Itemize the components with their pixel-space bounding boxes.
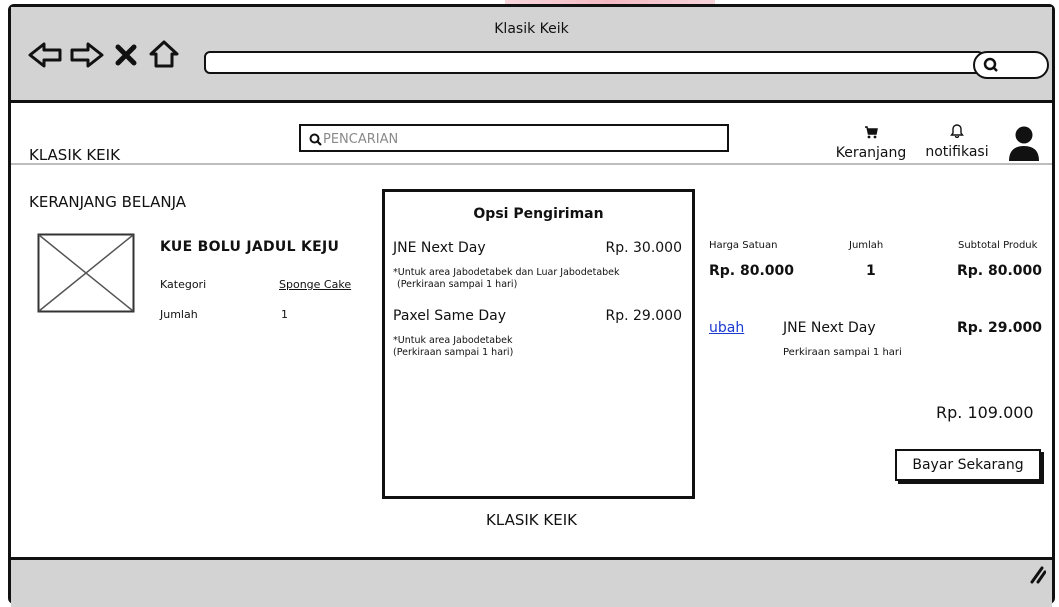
browser-footer	[11, 557, 1052, 607]
resize-handle-icon[interactable]	[1024, 564, 1047, 588]
browser-search-button[interactable]	[973, 51, 1049, 79]
footer-brand: KLASIK KEIK	[486, 511, 577, 529]
category-label: Kategori	[160, 278, 207, 291]
notification-button[interactable]: notifikasi	[917, 122, 997, 160]
subtotal-label: Subtotal Produk	[958, 240, 1038, 251]
shipping-option-estimate: (Perkiraan sampai 1 hari)	[393, 347, 514, 358]
cart-label: Keranjang	[835, 145, 907, 161]
quantity-value: 1	[281, 308, 288, 321]
search-icon	[982, 56, 1000, 78]
shipping-option-note: *Untuk area Jabodetabek	[393, 335, 513, 346]
site-header: KLASIK KEIK Keranjang notifikasi	[11, 103, 1052, 164]
unit-price-label: Harga Satuan	[709, 240, 778, 251]
window-title: Klasik Keik	[494, 21, 569, 37]
browser-chrome: Klasik Keik	[11, 7, 1052, 103]
shipping-option-price: Rp. 30.000	[605, 240, 682, 256]
arrow-right-icon[interactable]	[69, 40, 105, 74]
home-icon[interactable]	[148, 39, 180, 73]
search-icon	[309, 131, 322, 150]
selected-shipping: JNE Next Day	[783, 320, 876, 336]
cart-icon	[864, 124, 878, 143]
bell-icon	[949, 123, 965, 142]
header-divider	[11, 163, 1052, 165]
arrow-left-icon[interactable]	[27, 40, 63, 74]
cart-title: KERANJANG BELANJA	[29, 193, 187, 211]
shipping-option-estimate: (Perkiraan sampai 1 hari)	[397, 279, 518, 290]
product-image-placeholder	[37, 233, 135, 317]
shipping-option-price: Rp. 29.000	[605, 308, 682, 324]
notification-label: notifikasi	[925, 144, 989, 160]
site-brand[interactable]: KLASIK KEIK	[29, 146, 120, 164]
total-price: Rp. 109.000	[936, 403, 1034, 422]
category-link[interactable]: Sponge Cake	[279, 278, 351, 291]
product-name: KUE BOLU JADUL KEJU	[160, 239, 340, 255]
change-shipping-link[interactable]: ubah	[709, 320, 744, 336]
pay-now-button[interactable]: Bayar Sekarang	[895, 449, 1041, 481]
search-input[interactable]	[323, 126, 703, 150]
unit-price-value: Rp. 80.000	[709, 263, 795, 279]
quantity-label: Jumlah	[160, 308, 198, 321]
shipping-option-note: *Untuk area Jabodetabek dan Luar Jabodet…	[393, 267, 620, 278]
shipping-options-panel: Opsi Pengiriman JNE Next Day Rp. 30.000 …	[382, 189, 695, 499]
qty-label: Jumlah	[849, 240, 884, 251]
shipping-option-name[interactable]: JNE Next Day	[393, 240, 486, 256]
close-icon[interactable]	[114, 43, 138, 71]
qty-value: 1	[866, 263, 876, 279]
site-search[interactable]	[299, 124, 729, 152]
shipping-option-name[interactable]: Paxel Same Day	[393, 308, 506, 324]
selected-shipping-price: Rp. 29.000	[957, 320, 1043, 336]
shipping-estimate: Perkiraan sampai 1 hari	[783, 347, 902, 358]
user-icon[interactable]	[1007, 125, 1041, 167]
browser-window: Klasik Keik KLASIK KEIK PENCARIAN Keranj…	[8, 4, 1055, 607]
subtotal-value: Rp. 80.000	[957, 263, 1043, 279]
cart-button[interactable]: Keranjang	[831, 124, 911, 161]
address-bar[interactable]	[204, 51, 984, 74]
shipping-title: Opsi Pengiriman	[473, 206, 604, 222]
